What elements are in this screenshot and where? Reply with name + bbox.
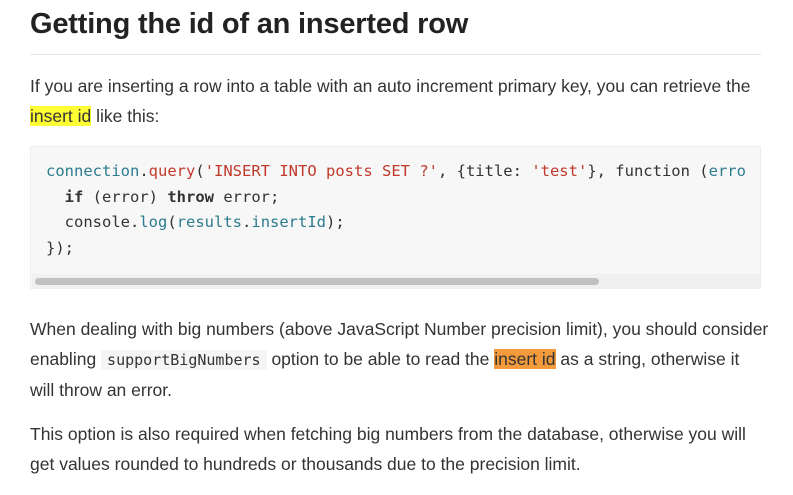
bignumbers-text-5: will throw an error. [30,380,172,400]
intro-text: If you are inserting a row into a table … [30,76,751,96]
code-token: insertId [251,213,327,231]
doc-page: Getting the id of an inserted row If you… [0,0,793,495]
code-token: erro [708,162,746,180]
heading-divider [30,54,761,55]
code-token: 'INSERT INTO posts SET ?' [204,162,438,180]
code-token: if [64,187,84,206]
code-line-2: if (error) throw error; [46,187,280,206]
code-token: . [139,162,149,180]
code-line-1: connection.query('INSERT INTO posts SET … [46,162,746,180]
code-line-4: }); [46,238,74,257]
bignumbers-paragraph: When dealing with big numbers (above Jav… [30,314,770,405]
code-token: error; [214,187,280,206]
precision-text-1: This option is also required when fetchi… [30,424,746,444]
bignumbers-text-4: as a string, otherwise it [555,349,740,369]
code-token: results [176,213,243,231]
precision-text-2: get values rounded to hundreds or thousa… [30,454,581,474]
section-heading: Getting the id of an inserted row [30,8,469,40]
code-token: ( [167,213,177,231]
code-listing: connection.query('INSERT INTO posts SET … [46,159,746,261]
code-block[interactable]: connection.query('INSERT INTO posts SET … [30,146,761,289]
code-token: log [139,213,168,231]
code-line-3: console.log(results.insertId); [46,213,345,231]
bignumbers-text-2: enabling [30,349,102,369]
code-horizontal-scrollbar[interactable] [32,274,760,288]
code-token: ( [195,162,205,180]
intro-paragraph: If you are inserting a row into a table … [30,71,770,131]
insert-id-highlight-current: insert id [494,349,556,369]
insert-id-highlight: insert id [30,106,92,126]
code-token: connection [46,162,140,180]
precision-paragraph: This option is also required when fetchi… [30,419,770,479]
supportbignumbers-code: supportBigNumbers [101,350,267,370]
code-token: ); [326,213,345,231]
code-token: (error) [83,187,168,206]
code-token: . [130,213,140,231]
code-token: 'test' [531,162,588,180]
code-token: query [148,162,196,180]
code-token: }, function ( [587,162,709,180]
code-token: throw [167,187,215,206]
bignumbers-text-1: When dealing with big numbers (above Jav… [30,319,769,339]
intro-text-end: like this: [91,106,160,126]
scrollbar-thumb[interactable] [35,278,599,285]
code-token: console [64,213,130,231]
bignumbers-text-3: option to be able to read the [266,349,495,369]
code-token: , {title: [437,162,532,180]
code-token: . [242,213,252,231]
